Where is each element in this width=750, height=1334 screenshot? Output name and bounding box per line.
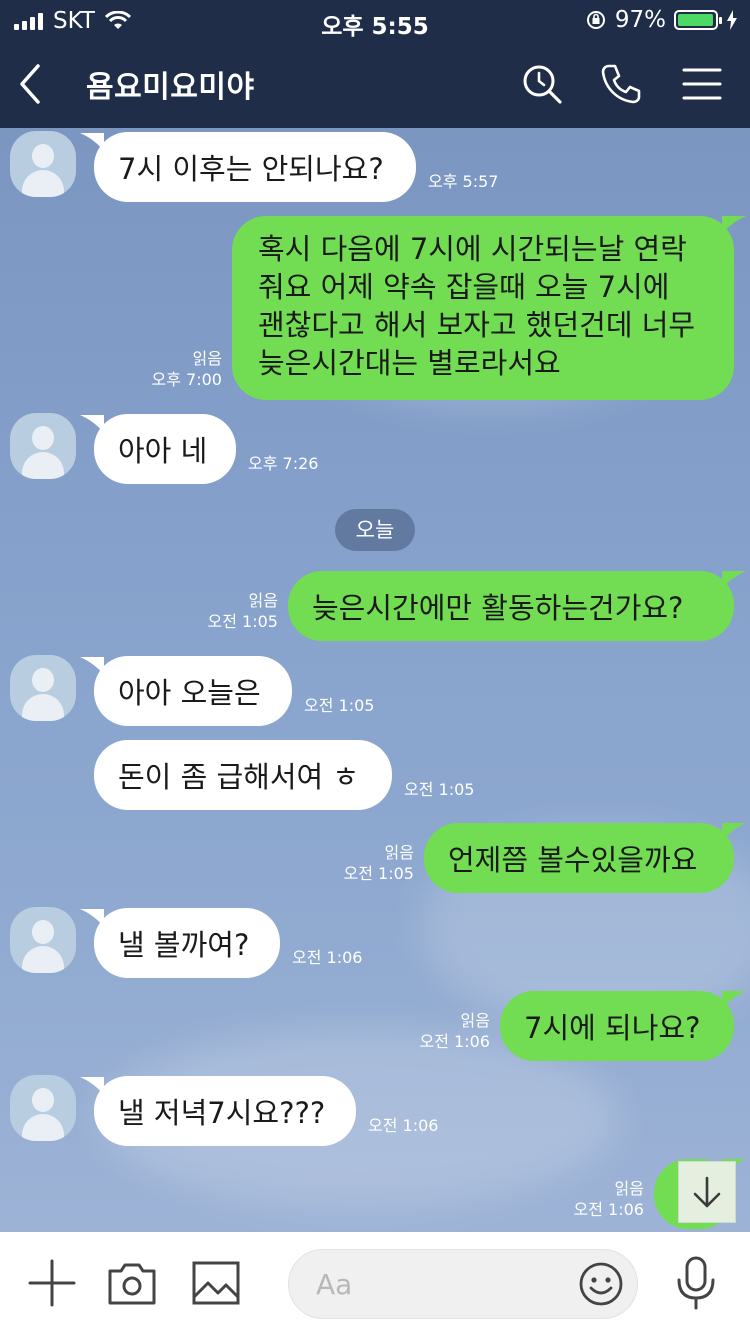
battery-percent: 97% <box>614 7 666 33</box>
message-meta: 읽음 오전 1:05 <box>316 842 414 884</box>
camera-icon[interactable] <box>106 1257 158 1309</box>
message-meta: 읽음 오전 1:06 <box>546 1178 644 1220</box>
input-bar: Aa <box>0 1232 750 1334</box>
message-time: 오전 1:05 <box>404 780 475 799</box>
message-time: 오전 1:06 <box>292 948 363 967</box>
message-line: 늦은시간대는 별로라서요 <box>258 346 561 380</box>
chat-area[interactable]: 7시 이후는 안되나요? 오후 5:57 읽음 오후 7:00 혹시 다음에 7… <box>0 128 750 1232</box>
microphone-icon[interactable] <box>670 1254 722 1312</box>
message-bubble-incoming[interactable]: 아아 네 <box>94 414 236 484</box>
message-bubble-incoming[interactable]: 돈이 좀 급해서여 ㅎ <box>94 740 392 810</box>
message-bubble-incoming[interactable]: 아아 오늘은 <box>94 656 292 726</box>
message-meta: 읽음 오전 1:05 <box>180 590 278 632</box>
chat-header: 욤요미요미야 <box>0 40 750 128</box>
read-receipt: 읽음 <box>460 1011 490 1030</box>
message-line: 혹시 다음에 7시에 시간되는날 연락 <box>258 232 687 266</box>
image-icon[interactable] <box>190 1257 242 1309</box>
search-icon[interactable] <box>518 60 566 108</box>
read-receipt: 읽음 <box>614 1179 644 1198</box>
message-time: 오전 1:05 <box>304 696 375 715</box>
message-line: 괜찮다고 해서 보자고 했던건데 너무 <box>258 308 696 342</box>
message-time: 오전 1:05 <box>343 864 414 883</box>
status-bar: SKT 오후 5:55 97% <box>0 0 750 40</box>
status-right: 97% <box>585 7 738 33</box>
menu-icon[interactable] <box>678 60 726 108</box>
date-separator: 오늘 <box>335 509 415 551</box>
message-bubble-outgoing[interactable]: 혹시 다음에 7시에 시간되는날 연락 줘요 어제 약속 잡을때 오늘 7시에 … <box>232 216 734 400</box>
message-meta: 읽음 오전 1:06 <box>392 1010 490 1052</box>
message-bubble-incoming[interactable]: 낼 저녁7시요??? <box>94 1076 356 1146</box>
bubble-tail <box>722 216 746 234</box>
chat-title: 욤요미요미야 <box>86 70 255 105</box>
read-receipt: 읽음 <box>248 591 278 610</box>
phone-icon[interactable] <box>597 60 645 108</box>
message-time: 오전 1:06 <box>419 1032 490 1051</box>
message-bubble-outgoing[interactable]: 7시에 되나요? <box>500 991 734 1061</box>
message-bubble-outgoing[interactable]: 언제쯤 볼수있을까요 <box>424 823 734 893</box>
message-time: 오후 7:00 <box>151 370 222 389</box>
battery-fill <box>678 14 713 26</box>
message-time: 오전 1:05 <box>207 612 278 631</box>
orientation-lock-icon <box>586 11 605 29</box>
message-bubble-incoming[interactable]: 낼 볼까여? <box>94 908 280 978</box>
message-time: 오후 5:57 <box>428 172 499 191</box>
message-input[interactable]: Aa <box>288 1249 638 1319</box>
scroll-to-bottom-button[interactable] <box>678 1161 736 1223</box>
avatar[interactable] <box>10 907 76 973</box>
message-bubble-incoming[interactable]: 7시 이후는 안되나요? <box>94 132 416 202</box>
message-time: 오후 7:26 <box>248 454 319 473</box>
plus-icon[interactable] <box>26 1257 78 1309</box>
message-bubble-outgoing[interactable]: 늦은시간에만 활동하는건가요? <box>288 571 734 641</box>
message-time: 오전 1:06 <box>573 1200 644 1219</box>
message-meta: 읽음 오후 7:00 <box>130 348 222 390</box>
battery-icon <box>674 10 722 30</box>
read-receipt: 읽음 <box>384 843 414 862</box>
message-line: 줘요 어제 약속 잡을때 오늘 7시에 <box>258 270 670 304</box>
avatar[interactable] <box>10 1075 76 1141</box>
bubble-tail <box>722 991 746 1009</box>
back-chevron-icon[interactable] <box>14 58 54 110</box>
arrow-down-icon <box>693 1176 721 1208</box>
bubble-tail <box>722 823 746 841</box>
avatar[interactable] <box>10 655 76 721</box>
avatar[interactable] <box>10 413 76 479</box>
avatar[interactable] <box>10 131 76 197</box>
charging-icon <box>727 10 737 30</box>
read-receipt: 읽음 <box>192 349 222 368</box>
emoji-icon[interactable] <box>577 1260 625 1308</box>
input-placeholder: Aa <box>316 1268 353 1301</box>
bubble-tail <box>722 571 746 589</box>
message-time: 오전 1:06 <box>368 1116 439 1135</box>
